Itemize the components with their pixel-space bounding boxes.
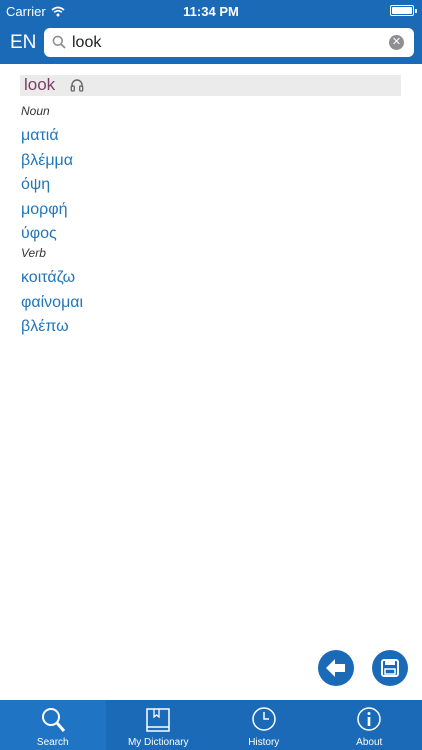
save-button[interactable] [372,650,408,686]
search-box[interactable]: ✕ [44,28,414,57]
translation-item[interactable]: μορφή [21,201,68,219]
clear-icon[interactable]: ✕ [389,35,404,50]
headword-row: look [20,75,401,96]
tab-search[interactable]: Search [0,700,106,750]
info-icon [357,707,381,731]
headword: look [24,75,56,94]
translation-item[interactable]: ύφος [21,225,57,243]
status-time: 11:34 PM [183,4,239,19]
status-bar: Carrier 11:34 PM [0,0,422,22]
tab-label: About [356,737,383,748]
translation-item[interactable]: φαίνομαι [21,294,83,312]
tab-about[interactable]: About [317,700,422,750]
language-toggle[interactable]: EN [10,32,36,54]
floppy-disk-icon [381,659,399,677]
book-icon [146,708,170,732]
translation-item[interactable]: βλέπω [21,318,69,336]
top-bar: Carrier 11:34 PM EN ✕ [0,0,422,64]
search-icon [41,708,65,732]
tab-label: History [248,737,280,748]
translation-item[interactable]: όψη [21,176,50,194]
tab-bar: Search My Dictionary History About [0,700,422,750]
tab-label: Search [36,737,69,748]
headphones-icon[interactable] [70,78,84,92]
tab-my-dictionary[interactable]: My Dictionary [106,700,212,750]
part-of-speech-verb: Verb [21,246,46,260]
translation-item[interactable]: κοιτάζω [21,269,75,287]
search-input[interactable] [72,31,392,54]
clock-icon [252,707,276,731]
arrow-left-icon [326,659,345,677]
translation-item[interactable]: βλέμμα [21,152,73,170]
part-of-speech-noun: Noun [21,104,50,118]
back-button[interactable] [318,650,354,686]
battery-icon [390,5,417,16]
translation-item[interactable]: ματιά [21,127,59,145]
tab-history[interactable]: History [211,700,317,750]
tab-label: My Dictionary [127,737,189,748]
search-icon [52,35,66,49]
